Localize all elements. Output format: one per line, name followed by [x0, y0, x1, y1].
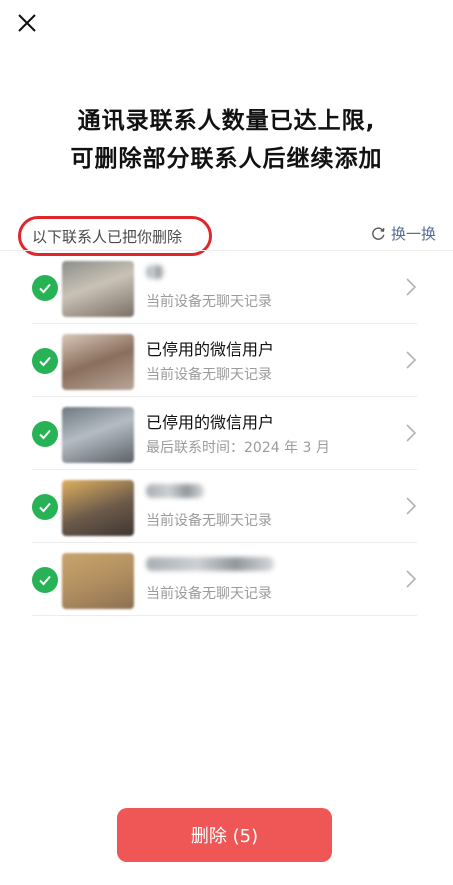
contact-status: 当前设备无聊天记录 — [146, 513, 272, 529]
blurred-name — [146, 265, 164, 279]
contact-name: 已停用的微信用户 — [146, 340, 275, 359]
contact-status: 最后联系时间：2024 年 3 月 — [146, 440, 330, 456]
chevron-right-icon — [406, 570, 417, 588]
chevron-right-icon — [406, 497, 417, 515]
avatar — [62, 334, 134, 390]
refresh-button[interactable]: 换一换 — [370, 223, 436, 244]
contact-row[interactable]: 当前设备无聊天记录 — [0, 250, 453, 324]
close-icon — [18, 14, 36, 32]
close-button[interactable] — [12, 8, 42, 38]
contact-status: 当前设备无聊天记录 — [146, 294, 272, 310]
chevron-right-icon — [406, 351, 417, 369]
checkbox-checked[interactable] — [32, 421, 58, 447]
contact-row[interactable]: 已停用的微信用户 最后联系时间：2024 年 3 月 — [0, 397, 453, 470]
contact-row[interactable]: 当前设备无聊天记录 — [0, 470, 453, 543]
checkbox-checked[interactable] — [32, 494, 58, 520]
contact-status: 当前设备无聊天记录 — [146, 586, 272, 602]
avatar — [62, 480, 134, 536]
contact-row[interactable]: 当前设备无聊天记录 — [0, 543, 453, 616]
refresh-label: 换一换 — [390, 225, 436, 243]
delete-button-label: 删除 (5) — [190, 826, 259, 847]
checkbox-checked[interactable] — [32, 275, 58, 301]
blurred-name — [146, 484, 204, 498]
title-line-1: 通讯录联系人数量已达上限, — [77, 108, 376, 134]
check-icon — [39, 575, 51, 586]
refresh-icon — [372, 227, 385, 240]
checkbox-checked[interactable] — [32, 567, 58, 593]
contact-status: 当前设备无聊天记录 — [146, 367, 272, 383]
chevron-right-icon — [406, 424, 417, 442]
section-label: 以下联系人已把你删除 — [32, 228, 183, 246]
title-line-2: 可删除部分联系人后继续添加 — [70, 146, 383, 172]
check-icon — [39, 429, 51, 440]
blurred-name — [146, 557, 274, 571]
checkbox-checked[interactable] — [32, 348, 58, 374]
delete-button[interactable]: 删除 (5) — [117, 808, 332, 862]
contact-row[interactable]: 已停用的微信用户 当前设备无聊天记录 — [0, 324, 453, 397]
check-icon — [39, 283, 51, 294]
contact-list: 当前设备无聊天记录 已停用的微信用户 当前设备无聊天记录 已停用的微信用户 最后… — [0, 250, 453, 616]
page-title: 通讯录联系人数量已达上限, 可删除部分联系人后继续添加 — [0, 102, 453, 178]
avatar — [62, 261, 134, 317]
chevron-right-icon — [406, 278, 417, 296]
contact-name: 已停用的微信用户 — [146, 413, 275, 432]
check-icon — [39, 502, 51, 513]
avatar — [62, 407, 134, 463]
avatar — [62, 553, 134, 609]
check-icon — [39, 356, 51, 367]
